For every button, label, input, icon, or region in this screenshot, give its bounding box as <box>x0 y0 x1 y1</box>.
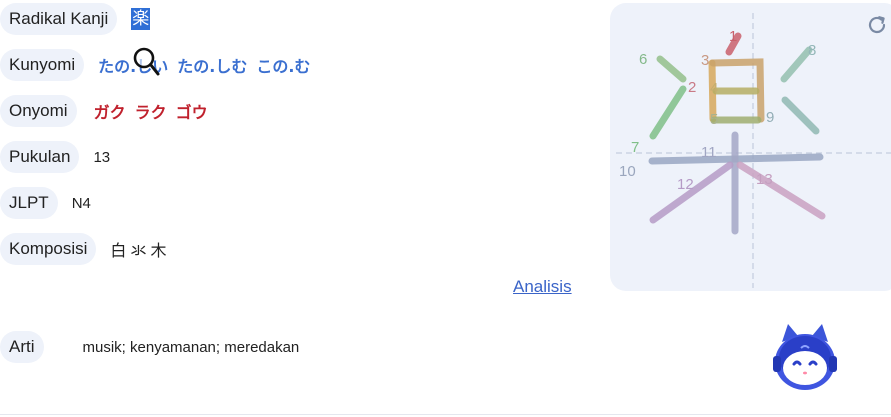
svg-text:12: 12 <box>677 176 694 193</box>
strokes-row: Pukulan 13 <box>0 140 110 174</box>
onyomi-label: Onyomi <box>0 95 77 127</box>
stroke-numbers: 1 2 3 4 5 6 7 8 9 10 11 12 13 <box>619 28 816 193</box>
jlpt-row: JLPT N4 <box>0 186 91 220</box>
radical-row: Radikal Kanji 楽 <box>0 2 151 36</box>
kunyomi-label: Kunyomi <box>0 49 85 81</box>
onyomi-reading[interactable]: ラク <box>135 99 167 123</box>
onyomi-row: Onyomi ガク ラク ゴウ <box>0 94 217 128</box>
magnifier-icon <box>133 47 160 76</box>
svg-text:7: 7 <box>631 139 639 156</box>
replay-icon[interactable] <box>865 13 889 37</box>
mascot-robot-icon[interactable] <box>772 322 838 394</box>
onyomi-reading[interactable]: ガク <box>94 99 126 123</box>
jlpt-label: JLPT <box>0 187 58 219</box>
svg-text:13: 13 <box>756 171 773 188</box>
meaning-label: Arti <box>0 331 44 363</box>
composition-label: Komposisi <box>0 233 97 265</box>
svg-text:3: 3 <box>701 52 709 69</box>
stroke-diagram: 1 2 3 4 5 6 7 8 9 10 11 12 13 <box>616 13 891 288</box>
composition-parts: 白 氺 木 <box>110 237 170 261</box>
svg-text:8: 8 <box>808 42 816 59</box>
jlpt-value: N4 <box>71 194 91 212</box>
svg-text:1: 1 <box>729 28 737 45</box>
meaning-value: musik; kenyamanan; meredakan <box>82 338 300 356</box>
svg-text:6: 6 <box>639 51 647 68</box>
composition-part[interactable]: 白 <box>110 237 126 261</box>
radical-label: Radikal Kanji <box>0 3 118 35</box>
kunyomi-reading[interactable]: この.む <box>256 53 310 77</box>
stroke-order-panel[interactable]: 1 2 3 4 5 6 7 8 9 10 11 12 13 <box>610 3 891 291</box>
strokes-value: 13 <box>93 148 111 166</box>
svg-text:10: 10 <box>619 163 636 180</box>
radical-value[interactable]: 楽 <box>131 8 151 30</box>
composition-row: Komposisi 白 氺 木 <box>0 232 170 266</box>
meaning-row: Arti musik; kenyamanan; meredakan <box>0 330 299 364</box>
analysis-link[interactable]: Analisis <box>513 277 572 297</box>
svg-text:4: 4 <box>710 80 718 97</box>
kunyomi-reading[interactable]: たの.しむ <box>177 53 247 77</box>
onyomi-reading[interactable]: ゴウ <box>176 99 208 123</box>
svg-text:5: 5 <box>710 111 718 128</box>
onyomi-readings: ガク ラク ゴウ <box>94 99 217 123</box>
svg-text:2: 2 <box>688 79 696 96</box>
strokes-label: Pukulan <box>0 141 80 173</box>
composition-part[interactable]: 氺 <box>130 237 146 261</box>
svg-text:11: 11 <box>701 144 717 161</box>
composition-part[interactable]: 木 <box>150 237 166 261</box>
svg-text:9: 9 <box>766 109 774 126</box>
bottom-divider <box>0 414 891 415</box>
